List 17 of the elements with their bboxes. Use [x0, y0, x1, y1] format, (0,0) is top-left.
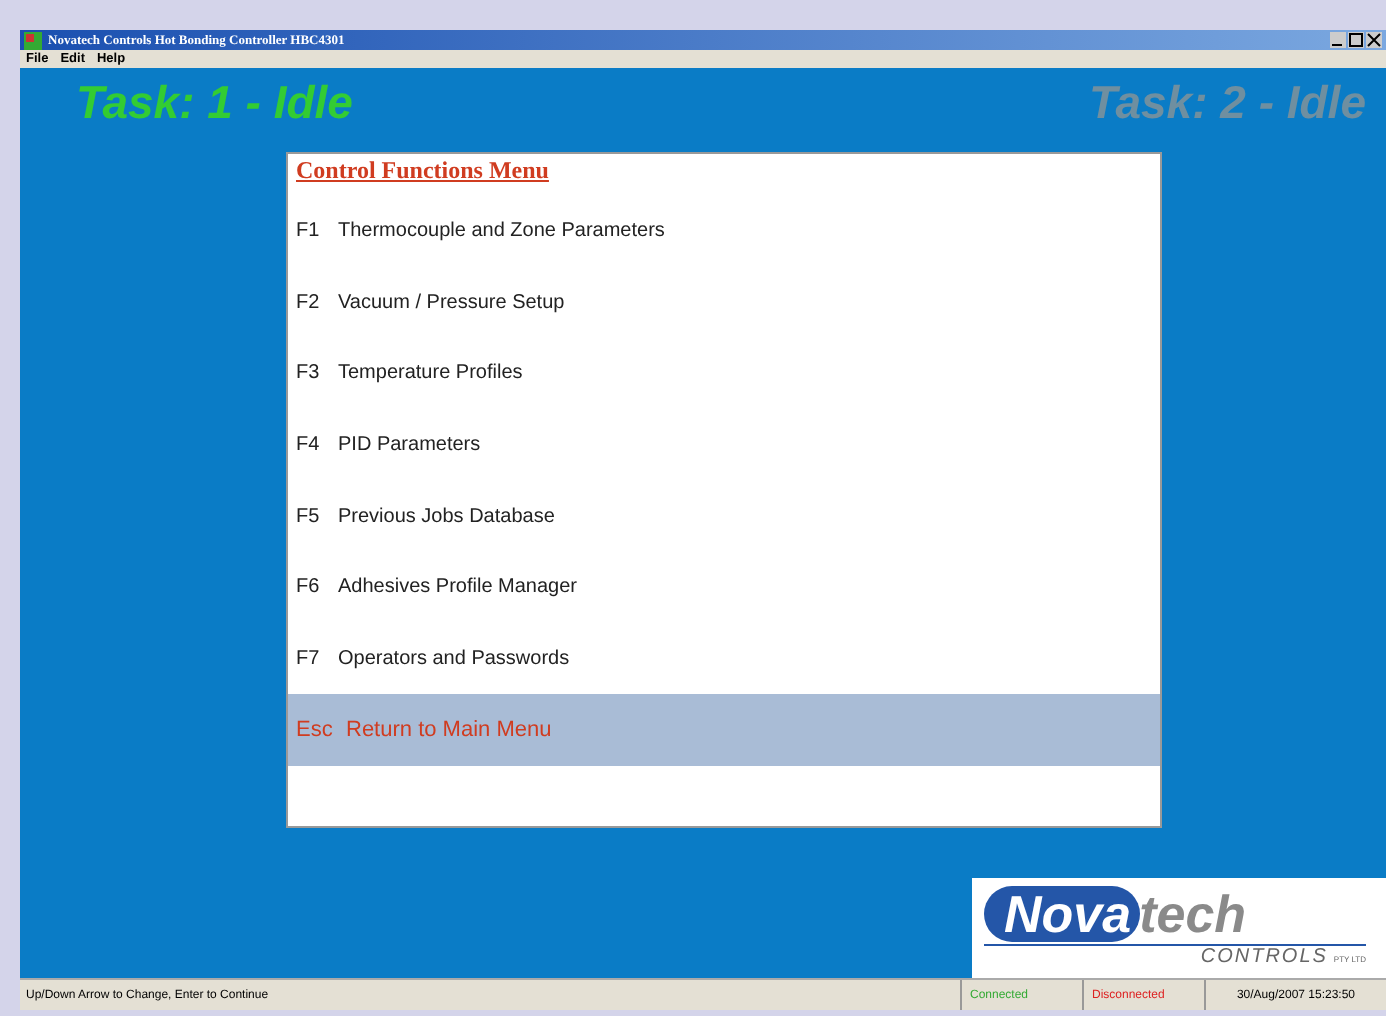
menu-option[interactable]: F4 PID Parameters: [288, 409, 1160, 481]
logo-text: tech: [1139, 886, 1247, 942]
menu-title: Control Functions Menu: [296, 156, 549, 188]
menu-option[interactable]: F2 Vacuum / Pressure Setup: [288, 267, 1160, 339]
maximize-icon[interactable]: [1348, 32, 1364, 48]
menu-option[interactable]: F7 Operators and Passwords: [288, 623, 1160, 695]
menu-option[interactable]: F5 Previous Jobs Database: [288, 480, 1160, 552]
menu-option[interactable]: F1 Thermocouple and Zone Parameters: [288, 196, 1160, 268]
app-icon: [24, 31, 42, 49]
logo-subtitle: CONTROLS: [1200, 946, 1328, 968]
minimize-icon[interactable]: [1330, 32, 1346, 48]
menu-option[interactable]: F3 Temperature Profiles: [288, 338, 1160, 410]
close-icon[interactable]: [1366, 32, 1382, 48]
task-status: Task: 2 - Idle: [1089, 76, 1366, 132]
task-status: Task: 1 - Idle: [76, 76, 353, 132]
menu-option[interactable]: F6 Adhesives Profile Manager: [288, 551, 1160, 624]
logo-badge: Nova: [984, 886, 1140, 942]
